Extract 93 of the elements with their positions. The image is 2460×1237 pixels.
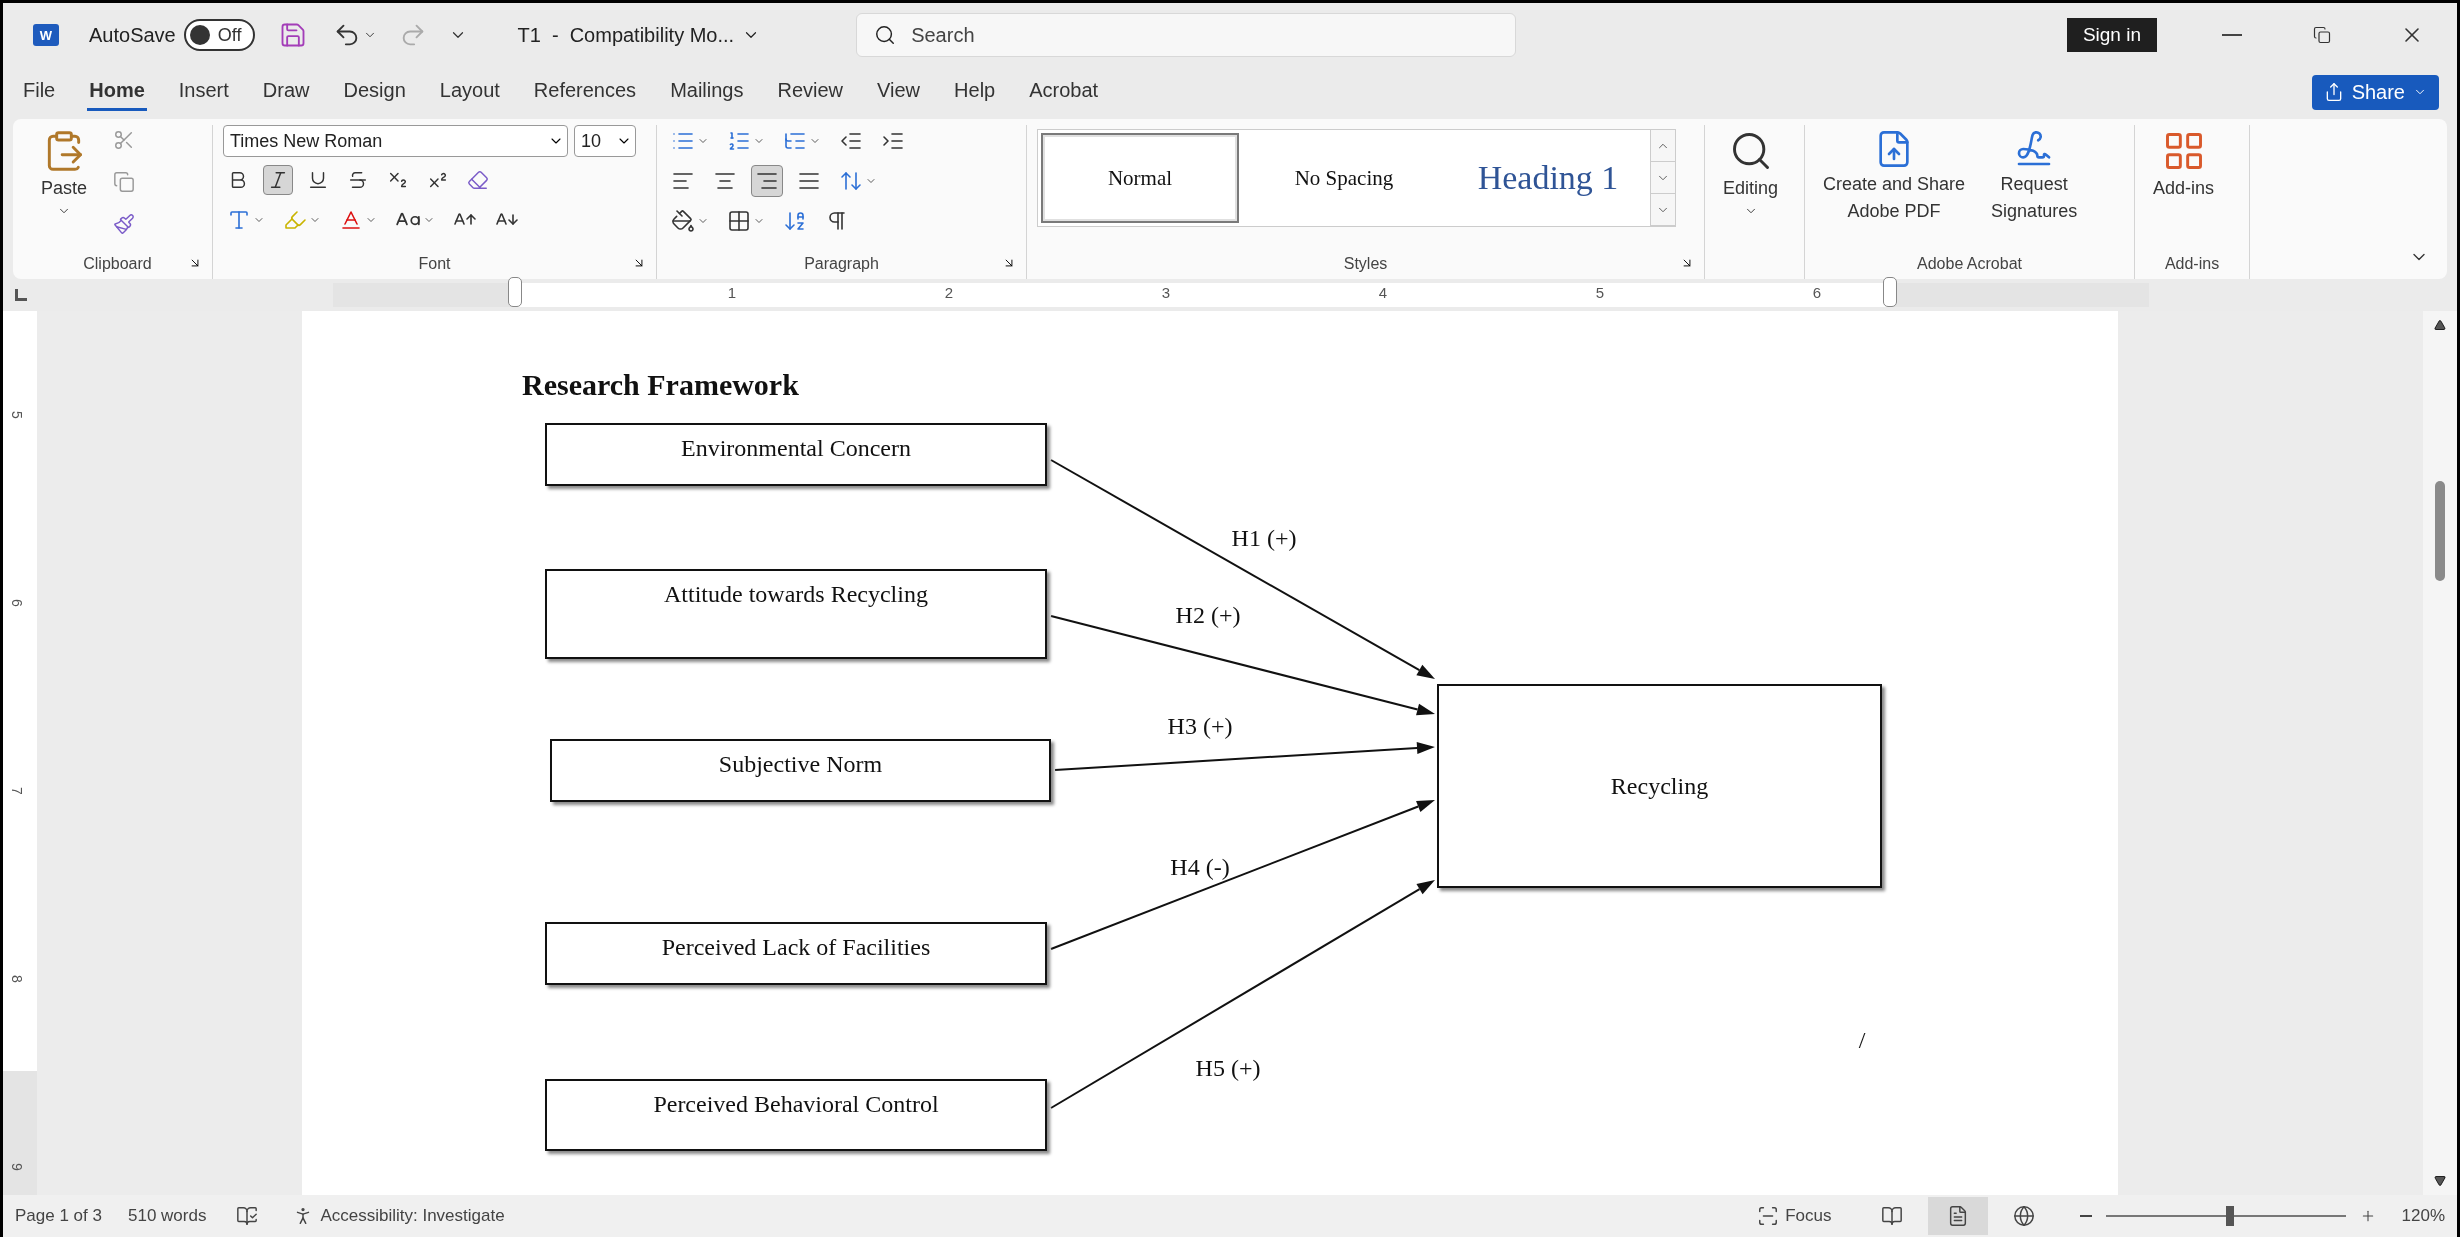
ribbon-tab[interactable]: Help — [952, 73, 998, 111]
ruler-number: 6 — [1812, 284, 1822, 301]
minimize-icon — [2222, 34, 2242, 36]
ruler-number: 6 — [8, 599, 25, 607]
group-label: Font — [418, 255, 451, 273]
italic-button[interactable] — [263, 165, 293, 195]
font-size-field[interactable]: 10 — [574, 125, 636, 157]
search-icon — [874, 24, 897, 46]
factor-box: Environmental Concern — [545, 423, 1047, 486]
section-heading: Research Framework — [522, 367, 800, 403]
ruler-number: 5 — [1595, 284, 1605, 301]
ribbon-tab[interactable]: Draw — [260, 73, 312, 111]
ribbon-tab[interactable]: Acrobat — [1027, 73, 1101, 111]
ribbon-tab[interactable]: Layout — [437, 73, 502, 111]
factor-box: Perceived Behavioral Control — [545, 1079, 1047, 1151]
ribbon-tab[interactable]: Design — [341, 73, 408, 111]
ribbon-tab[interactable]: View — [875, 73, 923, 111]
copy-icon — [113, 171, 136, 193]
zoom-level[interactable]: 120% — [2401, 1206, 2445, 1226]
sign-in-button[interactable]: Sign in — [2066, 18, 2157, 52]
hypothesis-label: H3 (+) — [1167, 712, 1233, 740]
ribbon-tab[interactable]: Insert — [176, 73, 231, 111]
highlighter-icon — [283, 208, 307, 232]
ruler-number: 7 — [8, 787, 25, 795]
group-label: Clipboard — [83, 255, 152, 273]
ruler-number: 5 — [8, 411, 25, 419]
text-effects-icon — [227, 208, 251, 232]
zoom-slider-thumb[interactable] — [2226, 1206, 2235, 1226]
ruler-number: 2 — [944, 284, 954, 301]
paintbrush-icon — [113, 213, 136, 235]
ruler-number: 4 — [1378, 284, 1388, 301]
restore-icon — [2313, 26, 2331, 44]
stray-mark: / — [1858, 1026, 1866, 1054]
hypothesis-label: H4 (-) — [1170, 853, 1230, 881]
scrollbar-thumb[interactable] — [2435, 481, 2445, 581]
book-icon — [1880, 1205, 1903, 1227]
group-label: Add-ins — [2164, 255, 2220, 273]
scroll-up-icon — [2434, 319, 2446, 331]
sort-icon — [783, 209, 807, 233]
scrollbar[interactable] — [2423, 311, 2457, 1195]
ruler-number: 8 — [8, 975, 25, 983]
factor-box: Attitude towards Recycling — [545, 569, 1047, 659]
style-item[interactable]: Normal — [1041, 133, 1239, 223]
indent-marker[interactable] — [508, 277, 522, 307]
indent-marker[interactable] — [1883, 277, 1897, 307]
ribbon-tab[interactable]: File — [21, 73, 58, 111]
outcome-box: Recycling — [1437, 684, 1882, 888]
focus-button[interactable]: Focus — [1753, 1203, 1836, 1229]
request-signatures-button[interactable]: Request Signatures — [1983, 125, 2086, 226]
underline-icon — [307, 169, 329, 191]
book-check-icon — [236, 1205, 259, 1227]
line-spacing-icon — [839, 169, 863, 193]
share-button[interactable]: Share — [2311, 74, 2439, 110]
strikethrough-icon — [347, 169, 369, 191]
ruler-number: 1 — [727, 284, 737, 301]
editing-button[interactable]: Editing — [1715, 125, 1787, 222]
create-pdf-button[interactable]: Create and Share Adobe PDF — [1815, 125, 1974, 226]
ribbon-tab[interactable]: Mailings — [668, 73, 746, 111]
hypothesis-label: H1 (+) — [1231, 524, 1297, 552]
grid-icon — [727, 209, 751, 233]
font-name-field[interactable]: Times New Roman — [223, 125, 568, 157]
view-button[interactable] — [1927, 1197, 1988, 1235]
autosave-toggle[interactable]: Off — [183, 19, 256, 51]
search-field[interactable]: Search — [856, 13, 1517, 57]
ribbon-tab[interactable]: References — [531, 73, 639, 111]
group-label: Adobe Acrobat — [1917, 255, 2022, 273]
group-label: Styles — [1343, 255, 1388, 273]
font-color-icon — [339, 208, 363, 232]
document-title[interactable]: T1 - Compatibility Mo... — [511, 22, 767, 48]
app-logo[interactable]: W — [33, 24, 59, 46]
globe-icon — [2012, 1205, 2035, 1227]
factor-box: Subjective Norm — [550, 739, 1051, 802]
factor-box: Perceived Lack of Facilities — [545, 922, 1047, 985]
accessibility-button[interactable]: Accessibility: Investigate — [288, 1203, 509, 1229]
page-count[interactable]: Page 1 of 3 — [15, 1206, 102, 1226]
autosave-label: AutoSave — [89, 23, 176, 47]
hypothesis-label: H2 (+) — [1175, 601, 1241, 629]
numbered-list-icon — [727, 129, 751, 153]
align-right-button[interactable] — [751, 165, 783, 197]
paste-button[interactable]: Paste — [33, 125, 96, 222]
focus-icon — [1757, 1205, 1780, 1227]
tab-stop-selector[interactable] — [15, 289, 27, 301]
word-count[interactable]: 510 words — [127, 1206, 207, 1226]
paint-bucket-icon — [671, 209, 695, 233]
hypothesis-label: H5 (+) — [1195, 1054, 1261, 1082]
add-ins-button[interactable]: Add-ins — [2145, 125, 2223, 204]
ruler-number: 9 — [8, 1163, 25, 1171]
eraser-icon — [467, 169, 489, 191]
ruler-number: 3 — [1161, 284, 1171, 301]
ribbon-tab[interactable]: Home — [87, 73, 147, 111]
group-label: Paragraph — [804, 255, 879, 273]
ribbon-tab[interactable]: Review — [775, 73, 846, 111]
scroll-down-icon — [2434, 1175, 2446, 1187]
